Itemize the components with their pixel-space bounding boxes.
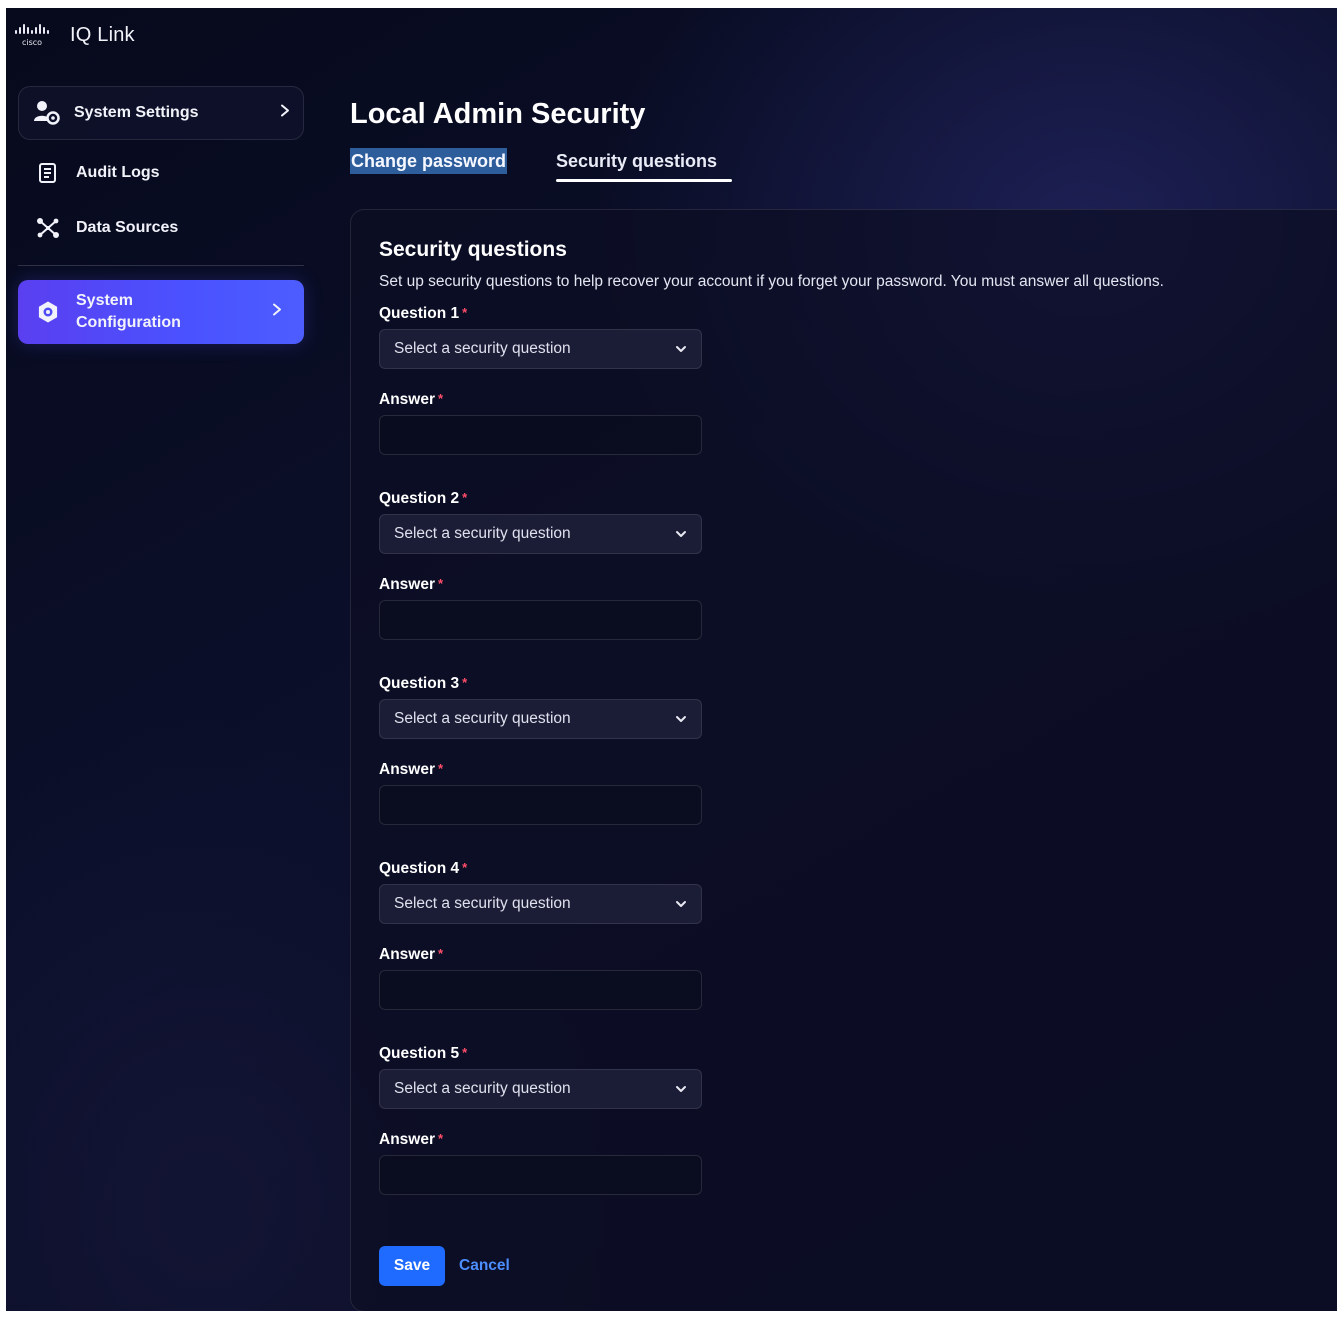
chevron-down-icon — [675, 1080, 687, 1098]
required-marker: * — [438, 576, 444, 591]
chevron-right-icon — [272, 303, 282, 322]
answer-4-input[interactable] — [379, 970, 702, 1010]
page-title: Local Admin Security — [350, 98, 646, 130]
active-tab-indicator — [556, 179, 732, 182]
answer-1-input[interactable] — [379, 415, 702, 455]
select-placeholder: Select a security question — [394, 1080, 571, 1097]
sidebar-item-label: Data Sources — [76, 219, 179, 236]
chevron-down-icon — [675, 340, 687, 358]
save-button[interactable]: Save — [379, 1246, 445, 1286]
answer-5-label: Answer * — [379, 1131, 444, 1148]
question-3-select[interactable]: Select a security question — [379, 699, 702, 739]
required-marker: * — [438, 391, 444, 406]
sidebar-item-system-settings[interactable]: System Settings — [18, 86, 304, 140]
sidebar-item-system-configuration[interactable]: System Configuration — [18, 280, 304, 344]
sidebar-divider — [18, 265, 304, 266]
document-icon — [34, 159, 62, 187]
answer-4-label: Answer * — [379, 946, 444, 963]
answer-3-label: Answer * — [379, 761, 444, 778]
gear-icon — [34, 298, 62, 326]
select-placeholder: Select a security question — [394, 710, 571, 727]
security-questions-card: Security questions Set up security quest… — [350, 209, 1337, 1311]
sidebar-item-label: System Settings — [74, 104, 199, 121]
select-placeholder: Select a security question — [394, 525, 571, 542]
cancel-button[interactable]: Cancel — [459, 1246, 510, 1286]
question-1-select[interactable]: Select a security question — [379, 329, 702, 369]
sidebar-item-audit-logs[interactable]: Audit Logs — [18, 158, 304, 188]
question-5-select[interactable]: Select a security question — [379, 1069, 702, 1109]
network-nodes-icon — [34, 214, 62, 242]
tab-change-password[interactable]: Change password — [350, 148, 508, 174]
required-marker: * — [438, 1131, 444, 1146]
chevron-down-icon — [675, 895, 687, 913]
chevron-right-icon — [280, 104, 290, 123]
user-gear-icon — [32, 99, 60, 127]
card-description: Set up security questions to help recove… — [379, 273, 1164, 290]
question-2-select[interactable]: Select a security question — [379, 514, 702, 554]
brand: cisco IQ Link — [14, 22, 135, 48]
app-title: IQ Link — [70, 23, 135, 46]
svg-text:cisco: cisco — [22, 38, 42, 47]
card-title: Security questions — [379, 238, 567, 261]
answer-1-label: Answer * — [379, 391, 444, 408]
answer-2-input[interactable] — [379, 600, 702, 640]
required-marker: * — [462, 305, 468, 320]
question-2-label: Question 2 * — [379, 490, 468, 507]
select-placeholder: Select a security question — [394, 340, 571, 357]
question-3-label: Question 3 * — [379, 675, 468, 692]
tab-security-questions[interactable]: Security questions — [556, 148, 717, 174]
sidebar-item-data-sources[interactable]: Data Sources — [18, 213, 304, 243]
required-marker: * — [438, 946, 444, 961]
sidebar-item-label: Audit Logs — [76, 164, 160, 181]
required-marker: * — [438, 761, 444, 776]
required-marker: * — [462, 860, 468, 875]
select-placeholder: Select a security question — [394, 895, 571, 912]
question-1-label: Question 1 * — [379, 305, 468, 322]
question-4-select[interactable]: Select a security question — [379, 884, 702, 924]
question-5-label: Question 5 * — [379, 1045, 468, 1062]
chevron-down-icon — [675, 710, 687, 728]
answer-3-input[interactable] — [379, 785, 702, 825]
required-marker: * — [462, 1045, 468, 1060]
app-window: cisco IQ Link System Settings Audit Logs… — [6, 8, 1337, 1311]
answer-5-input[interactable] — [379, 1155, 702, 1195]
required-marker: * — [462, 490, 468, 505]
sidebar-item-label: System Configuration — [76, 292, 181, 331]
question-4-label: Question 4 * — [379, 860, 468, 877]
cisco-logo: cisco — [15, 24, 49, 47]
chevron-down-icon — [675, 525, 687, 543]
answer-2-label: Answer * — [379, 576, 444, 593]
required-marker: * — [462, 675, 468, 690]
